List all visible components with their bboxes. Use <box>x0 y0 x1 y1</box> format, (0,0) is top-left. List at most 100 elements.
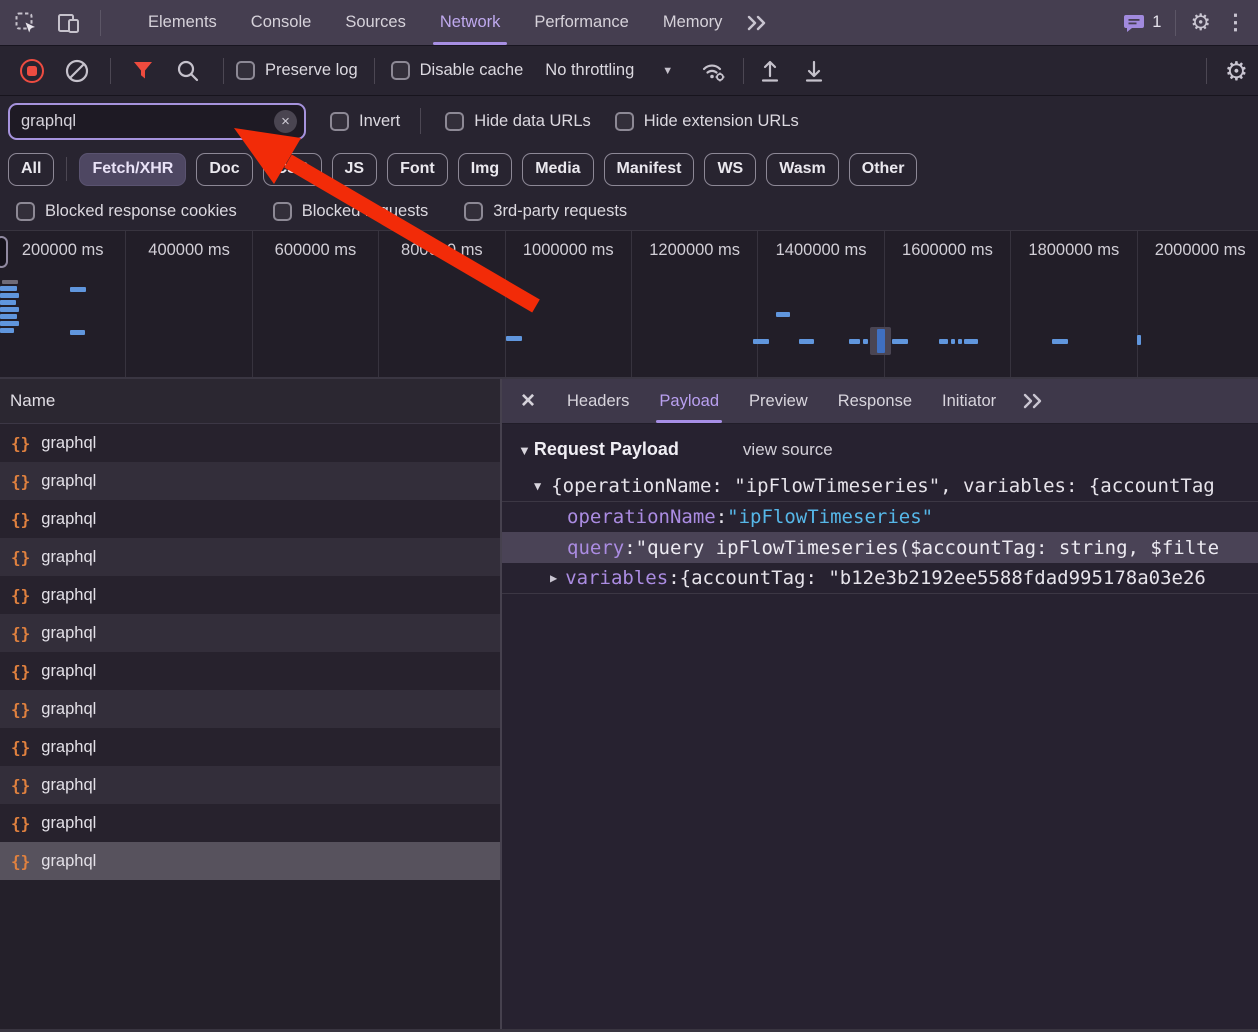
request-list: {} graphql {} graphql {} graphql {} grap… <box>0 424 500 1032</box>
payload-preview-text: {operationName: "ipFlowTimeseries", vari… <box>551 475 1214 497</box>
divider <box>374 58 375 84</box>
export-har-icon[interactable] <box>802 58 826 84</box>
disable-cache-label: Disable cache <box>420 61 524 80</box>
detail-tab[interactable]: Headers <box>552 379 644 423</box>
view-source-link[interactable]: view source <box>743 440 833 460</box>
network-conditions-icon[interactable] <box>699 58 729 84</box>
resource-type-chip[interactable]: JS <box>332 153 378 186</box>
search-icon[interactable] <box>175 58 201 84</box>
record-network-log-button[interactable] <box>20 59 44 83</box>
request-row[interactable]: {} graphql <box>0 728 500 766</box>
hide-data-urls-checkbox[interactable] <box>445 112 464 131</box>
blocked-response-cookies-label: Blocked response cookies <box>45 202 237 221</box>
timeline-request-marks <box>0 231 1258 377</box>
resource-type-chip[interactable]: Font <box>387 153 448 186</box>
expand-triangle-icon[interactable]: ▶ <box>550 571 557 585</box>
name-column-header[interactable]: Name <box>0 379 500 424</box>
close-details-icon[interactable]: × <box>502 389 552 413</box>
message-count: 1 <box>1152 13 1161 32</box>
network-settings-gear-icon[interactable]: ⚙ <box>1225 58 1248 84</box>
detail-tab-bar: × HeadersPayloadPreviewResponseInitiator <box>502 379 1258 424</box>
divider <box>66 157 67 181</box>
panel-tab[interactable]: Console <box>234 0 329 45</box>
timeline-scroll-handle[interactable] <box>0 236 8 268</box>
resource-type-chip[interactable]: WS <box>704 153 756 186</box>
request-row[interactable]: {} graphql <box>0 462 500 500</box>
request-row[interactable]: {} graphql <box>0 576 500 614</box>
detail-tab[interactable]: Initiator <box>927 379 1011 423</box>
resource-type-chip[interactable]: Media <box>522 153 593 186</box>
resource-type-chip[interactable]: Wasm <box>766 153 839 186</box>
request-row[interactable]: {} graphql <box>0 652 500 690</box>
request-row[interactable]: {} graphql <box>0 766 500 804</box>
third-party-requests-checkbox[interactable] <box>464 202 483 221</box>
more-tabs-icon[interactable] <box>745 14 771 32</box>
panel-tab[interactable]: Network <box>423 0 518 45</box>
blocked-requests-label: Blocked requests <box>302 202 429 221</box>
network-overview-timeline[interactable]: 200000 ms400000 ms600000 ms800000 ms1000… <box>0 230 1258 379</box>
detail-tab[interactable]: Payload <box>644 379 734 423</box>
expand-triangle-icon[interactable]: ▼ <box>534 479 541 493</box>
request-name: graphql <box>41 738 96 757</box>
request-row[interactable]: {} graphql <box>0 424 500 462</box>
device-toolbar-icon[interactable] <box>56 11 82 35</box>
json-braces-icon: {} <box>11 814 30 833</box>
inspect-element-icon[interactable] <box>14 11 38 35</box>
resource-type-chip[interactable]: Fetch/XHR <box>79 153 186 186</box>
filter-funnel-icon[interactable] <box>131 59 155 83</box>
resource-type-chip[interactable]: All <box>8 153 54 186</box>
request-row[interactable]: {} graphql <box>0 538 500 576</box>
collapse-triangle-icon[interactable]: ▼ <box>518 443 531 458</box>
panel-tab[interactable]: Elements <box>131 0 234 45</box>
clear-filter-icon[interactable]: × <box>274 110 297 133</box>
timeline-mark <box>0 286 17 291</box>
timeline-mark <box>506 336 522 341</box>
request-row[interactable]: {} graphql <box>0 500 500 538</box>
hide-extension-urls-checkbox[interactable] <box>615 112 634 131</box>
throttling-select[interactable]: No throttling ▼ <box>545 61 673 80</box>
blocked-response-cookies-checkbox[interactable] <box>16 202 35 221</box>
detail-tab[interactable]: Preview <box>734 379 823 423</box>
detail-tabs: HeadersPayloadPreviewResponseInitiator <box>552 379 1011 423</box>
resource-type-chip[interactable]: Manifest <box>604 153 695 186</box>
panel-tab[interactable]: Memory <box>646 0 740 45</box>
payload-preview-line[interactable]: ▼ {operationName: "ipFlowTimeseries", va… <box>502 470 1258 501</box>
preserve-log-checkbox[interactable] <box>236 61 255 80</box>
import-har-icon[interactable] <box>758 58 782 84</box>
timeline-mark <box>892 339 908 344</box>
resource-type-chip[interactable]: CSS <box>263 153 322 186</box>
panel-tab[interactable]: Sources <box>328 0 423 45</box>
request-row[interactable]: {} graphql <box>0 690 500 728</box>
payload-query-row[interactable]: query: "query ipFlowTimeseries($accountT… <box>502 532 1258 563</box>
timeline-mark <box>70 330 85 335</box>
devtools-tab-bar: ElementsConsoleSourcesNetworkPerformance… <box>0 0 1258 46</box>
invert-checkbox[interactable] <box>330 112 349 131</box>
settings-gear-icon[interactable]: ⚙ <box>1190 11 1211 34</box>
filter-input[interactable] <box>10 112 274 131</box>
hide-extension-urls-label: Hide extension URLs <box>644 112 799 131</box>
timeline-mark <box>799 339 814 344</box>
kebab-menu-icon[interactable]: ⋮ <box>1225 12 1246 33</box>
operation-value: "ipFlowTimeseries" <box>727 506 933 528</box>
request-row[interactable]: {} graphql <box>0 804 500 842</box>
request-name: graphql <box>41 472 96 491</box>
disable-cache-checkbox[interactable] <box>391 61 410 80</box>
panel-tab[interactable]: Performance <box>517 0 645 45</box>
timeline-mark <box>939 339 948 344</box>
payload-operation-row[interactable]: operationName: "ipFlowTimeseries" <box>502 501 1258 532</box>
issues-message-badge[interactable]: 1 <box>1123 13 1161 33</box>
timeline-mark <box>958 339 962 344</box>
request-name: graphql <box>41 624 96 643</box>
timeline-mark <box>0 300 16 305</box>
request-row[interactable]: {} graphql <box>0 842 500 880</box>
payload-variables-row[interactable]: ▶ variables: {accountTag: "b12e3b2192ee5… <box>502 563 1258 594</box>
resource-type-chip[interactable]: Other <box>849 153 918 186</box>
more-detail-tabs-icon[interactable] <box>1021 392 1047 410</box>
detail-tab[interactable]: Response <box>823 379 927 423</box>
request-row[interactable]: {} graphql <box>0 614 500 652</box>
resource-type-chip[interactable]: Doc <box>196 153 252 186</box>
clear-network-log-icon[interactable] <box>64 58 90 84</box>
blocked-requests-checkbox[interactable] <box>273 202 292 221</box>
resource-type-chip[interactable]: Img <box>458 153 512 186</box>
request-name: graphql <box>41 586 96 605</box>
